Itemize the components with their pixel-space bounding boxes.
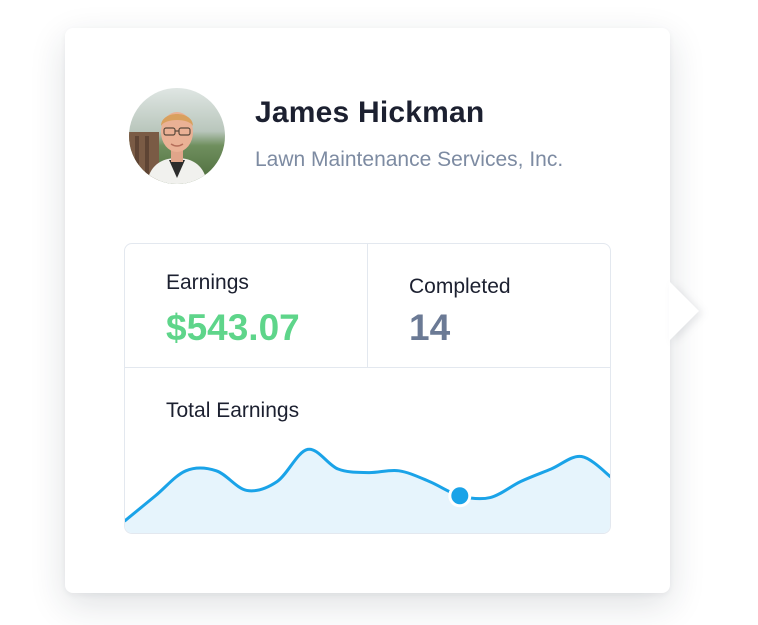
chart-plot[interactable] — [125, 368, 611, 534]
chart-area-fill — [125, 449, 610, 533]
chart-data-point-marker[interactable] — [448, 484, 472, 508]
user-photo-icon — [129, 88, 225, 184]
stats-panel: Earnings $543.07 Completed 14 Total Earn… — [124, 243, 611, 534]
earnings-value: $543.07 — [166, 307, 300, 348]
completed-stat: Completed 14 — [368, 244, 610, 368]
company-name: Lawn Maintenance Services, Inc. — [255, 148, 564, 171]
earnings-label: Earnings — [166, 271, 249, 294]
card-pointer-arrow — [669, 281, 699, 341]
completed-value: 14 — [409, 307, 451, 348]
user-name: James Hickman — [255, 96, 485, 129]
completed-label: Completed — [409, 275, 511, 298]
earnings-stat: Earnings $543.07 — [125, 244, 368, 368]
profile-card: James Hickman Lawn Maintenance Services,… — [65, 28, 670, 593]
earnings-chart[interactable]: Total Earnings — [125, 368, 611, 534]
avatar[interactable] — [129, 88, 225, 184]
